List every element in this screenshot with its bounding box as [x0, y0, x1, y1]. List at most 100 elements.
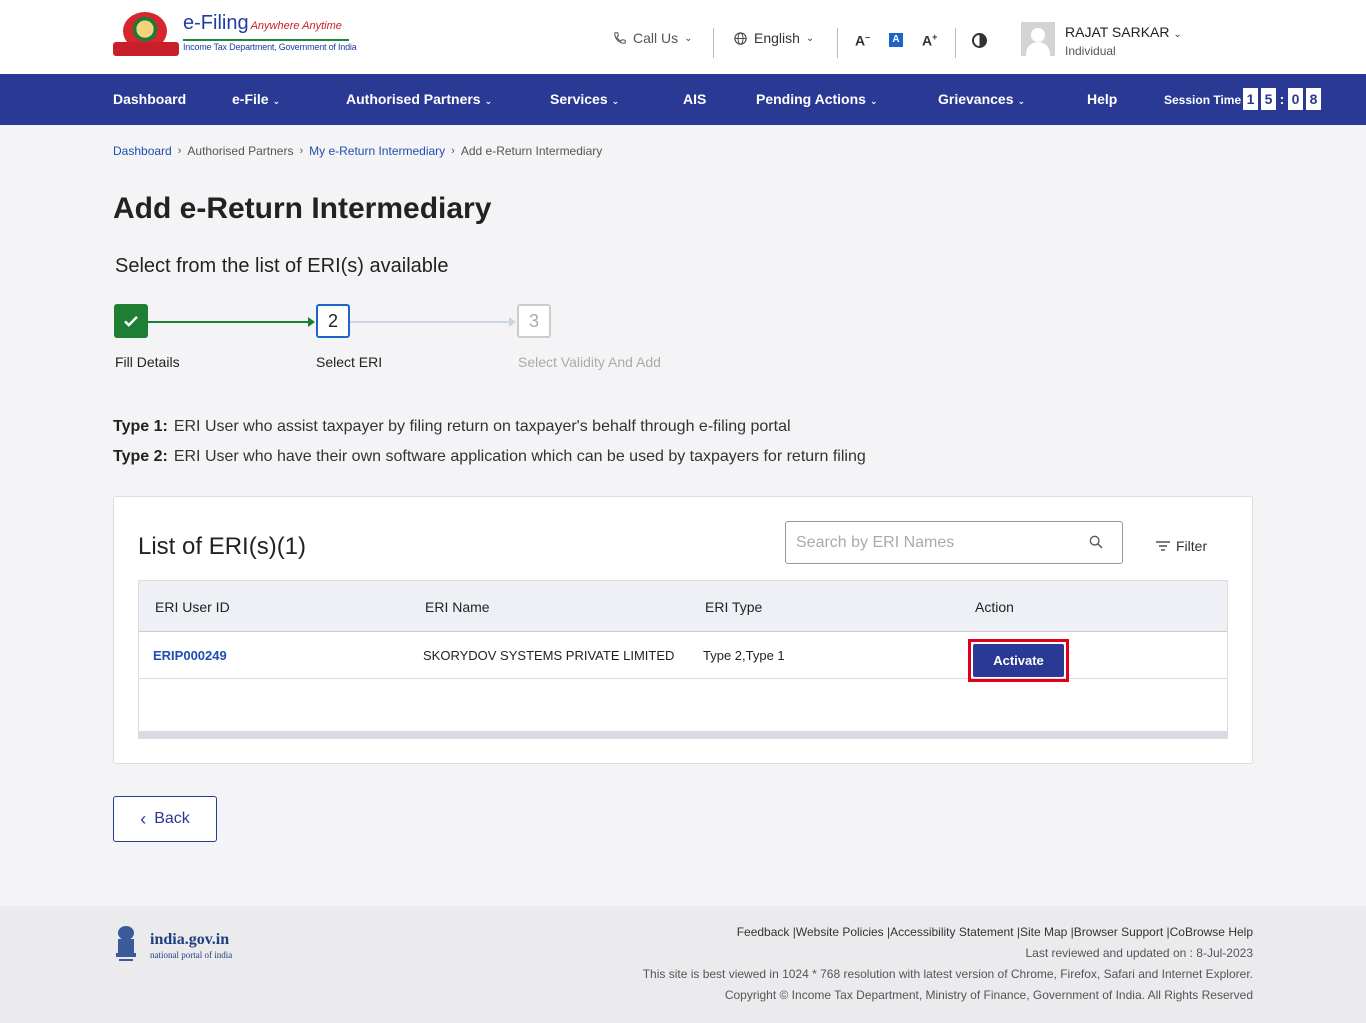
chevron-down-icon: ⌄: [869, 96, 878, 106]
footer: india.gov.in national portal of india Fe…: [0, 906, 1366, 1023]
nav-pending-actions[interactable]: Pending Actions ⌄: [756, 91, 877, 107]
filter-icon: [1156, 541, 1170, 551]
nav-services[interactable]: Services ⌄: [550, 91, 619, 107]
column-header: ERI Type: [705, 599, 763, 615]
back-label: Back: [154, 810, 190, 827]
user-avatar[interactable]: [1021, 22, 1055, 56]
activate-highlight: Activate: [968, 639, 1069, 682]
breadcrumb-dashboard[interactable]: Dashboard: [113, 144, 172, 158]
breadcrumb-current: Add e-Return Intermediary: [460, 144, 603, 158]
search-input[interactable]: [785, 521, 1123, 564]
filter-button[interactable]: Filter: [1156, 538, 1207, 554]
arrow-right-icon: [509, 317, 516, 327]
breadcrumb-my-eri[interactable]: My e-Return Intermediary: [309, 144, 445, 158]
step-3-label: Select Validity And Add: [518, 354, 661, 370]
national-emblem-icon: [116, 926, 136, 961]
page-subtitle: Select from the list of ERI(s) available: [115, 255, 449, 277]
best-viewed-note: This site is best viewed in 1024 * 768 r…: [642, 967, 1253, 981]
user-name: RAJAT SARKAR: [1065, 24, 1170, 40]
timer-digit: 5: [1261, 88, 1276, 110]
font-decrease-button[interactable]: A–: [855, 32, 870, 49]
search-icon[interactable]: [1088, 534, 1104, 550]
nav-dashboard[interactable]: Dashboard: [113, 91, 186, 107]
step-2-indicator: 2: [316, 304, 350, 338]
user-menu[interactable]: RAJAT SARKAR ⌄: [1065, 24, 1182, 40]
user-role: Individual: [1065, 44, 1116, 58]
chevron-right-icon: ›: [451, 145, 455, 157]
filter-label: Filter: [1176, 538, 1208, 554]
back-button[interactable]: ‹ Back: [113, 796, 217, 842]
chevron-down-icon: ⌄: [484, 96, 493, 106]
page-title: Add e-Return Intermediary: [113, 192, 492, 225]
chevron-down-icon: ⌄: [805, 32, 815, 44]
font-reset-button[interactable]: A: [889, 33, 903, 47]
nav-help[interactable]: Help: [1087, 91, 1117, 107]
nav-ais[interactable]: AIS: [683, 91, 706, 107]
logo-tagline: Anywhere Anytime: [250, 20, 342, 32]
footer-link-website-policies[interactable]: Website Policies: [796, 925, 884, 939]
column-header: ERI Name: [425, 599, 490, 615]
activate-button[interactable]: Activate: [973, 644, 1064, 677]
logo-subtitle: Income Tax Department, Government of Ind…: [183, 42, 357, 52]
india-gov-logo-sub: national portal of india: [150, 950, 233, 960]
efiling-logo[interactable]: e-Filing Anywhere Anytime Income Tax Depa…: [113, 12, 357, 58]
chevron-down-icon: ⌄: [684, 32, 693, 44]
eri-list-title: List of ERI(s)(1): [138, 533, 307, 560]
column-header: ERI User ID: [155, 599, 230, 615]
phone-icon: [614, 32, 626, 44]
footer-links: Feedback |Website Policies |Accessibilit…: [736, 925, 1253, 939]
session-time-label: Session Time: [1164, 93, 1242, 107]
nav-efile[interactable]: e-File ⌄: [232, 91, 280, 107]
chevron-left-icon: ‹: [140, 808, 147, 829]
font-increase-button[interactable]: A+: [922, 32, 937, 49]
top-header: e-Filing Anywhere Anytime Income Tax Depa…: [0, 0, 1366, 74]
nav-grievances[interactable]: Grievances ⌄: [938, 91, 1025, 107]
breadcrumb: Dashboard › Authorised Partners › My e-R…: [113, 144, 602, 158]
chevron-right-icon: ›: [299, 145, 304, 157]
globe-icon: [734, 31, 747, 45]
footer-link-cobrowse-help[interactable]: CoBrowse Help: [1170, 925, 1253, 939]
chevron-down-icon: ⌄: [272, 96, 281, 106]
checkmark-icon: [124, 316, 138, 327]
eri-type-cell: Type 2,Type 1: [703, 648, 785, 663]
call-us-dropdown[interactable]: Call Us ⌄: [613, 30, 693, 46]
column-header: Action: [975, 599, 1014, 615]
language-dropdown[interactable]: English ⌄: [733, 30, 814, 46]
footer-link-site-map[interactable]: Site Map: [1020, 925, 1067, 939]
eri-list-card: List of ERI(s)(1) Filter ERI User ID ERI…: [113, 496, 1253, 764]
table-scrollbar[interactable]: [139, 731, 1227, 738]
india-gov-logo-title[interactable]: india.gov.in: [150, 931, 229, 949]
chevron-down-icon: ⌄: [611, 96, 620, 106]
type-2-description: Type 2: ERI User who have their own softw…: [113, 448, 866, 465]
copyright: Copyright © Income Tax Department, Minis…: [724, 988, 1253, 1002]
timer-digit: 8: [1306, 88, 1321, 110]
step-2-label: Select ERI: [316, 354, 383, 370]
eri-table: ERI User ID ERI Name ERI Type Action ERI…: [138, 580, 1228, 739]
contrast-toggle-icon[interactable]: [972, 33, 987, 48]
income-tax-emblem-icon: [113, 12, 179, 58]
eri-name-cell: SKORYDOV SYSTEMS PRIVATE LIMITED: [423, 648, 675, 663]
timer-digit: 0: [1288, 88, 1303, 110]
footer-link-feedback[interactable]: Feedback: [737, 925, 790, 939]
chevron-down-icon: ⌄: [1173, 29, 1182, 40]
footer-link-accessibility[interactable]: Accessibility Statement: [890, 925, 1013, 939]
session-timer: 1 5 : 0 8: [1243, 88, 1321, 110]
main-nav: Dashboard e-File ⌄ Authorised Partners ⌄ S…: [0, 74, 1366, 125]
table-header: ERI User ID ERI Name ERI Type Action: [139, 581, 1227, 632]
table-row: ERIP000249 SKORYDOV SYSTEMS PRIVATE LIMI…: [139, 632, 1227, 682]
eri-user-id-link[interactable]: ERIP000249: [153, 648, 227, 663]
step-1-indicator: [114, 304, 148, 338]
nav-authorised-partners[interactable]: Authorised Partners ⌄: [346, 91, 492, 107]
chevron-right-icon: ›: [177, 145, 182, 157]
type-1-description: Type 1: ERI User who assist taxpayer by f…: [113, 418, 791, 435]
footer-link-browser-support[interactable]: Browser Support: [1074, 925, 1163, 939]
logo-title: e-Filing: [183, 12, 249, 34]
breadcrumb-authorised-partners: Authorised Partners: [187, 144, 294, 158]
language-label: English: [754, 30, 800, 46]
step-1-label: Fill Details: [115, 354, 180, 370]
last-reviewed: Last reviewed and updated on : 8-Jul-202…: [1025, 946, 1254, 960]
chevron-down-icon: ⌄: [1017, 96, 1026, 106]
arrow-right-icon: [308, 317, 315, 327]
step-3-indicator: 3: [517, 304, 551, 338]
call-us-label: Call Us: [633, 30, 679, 46]
